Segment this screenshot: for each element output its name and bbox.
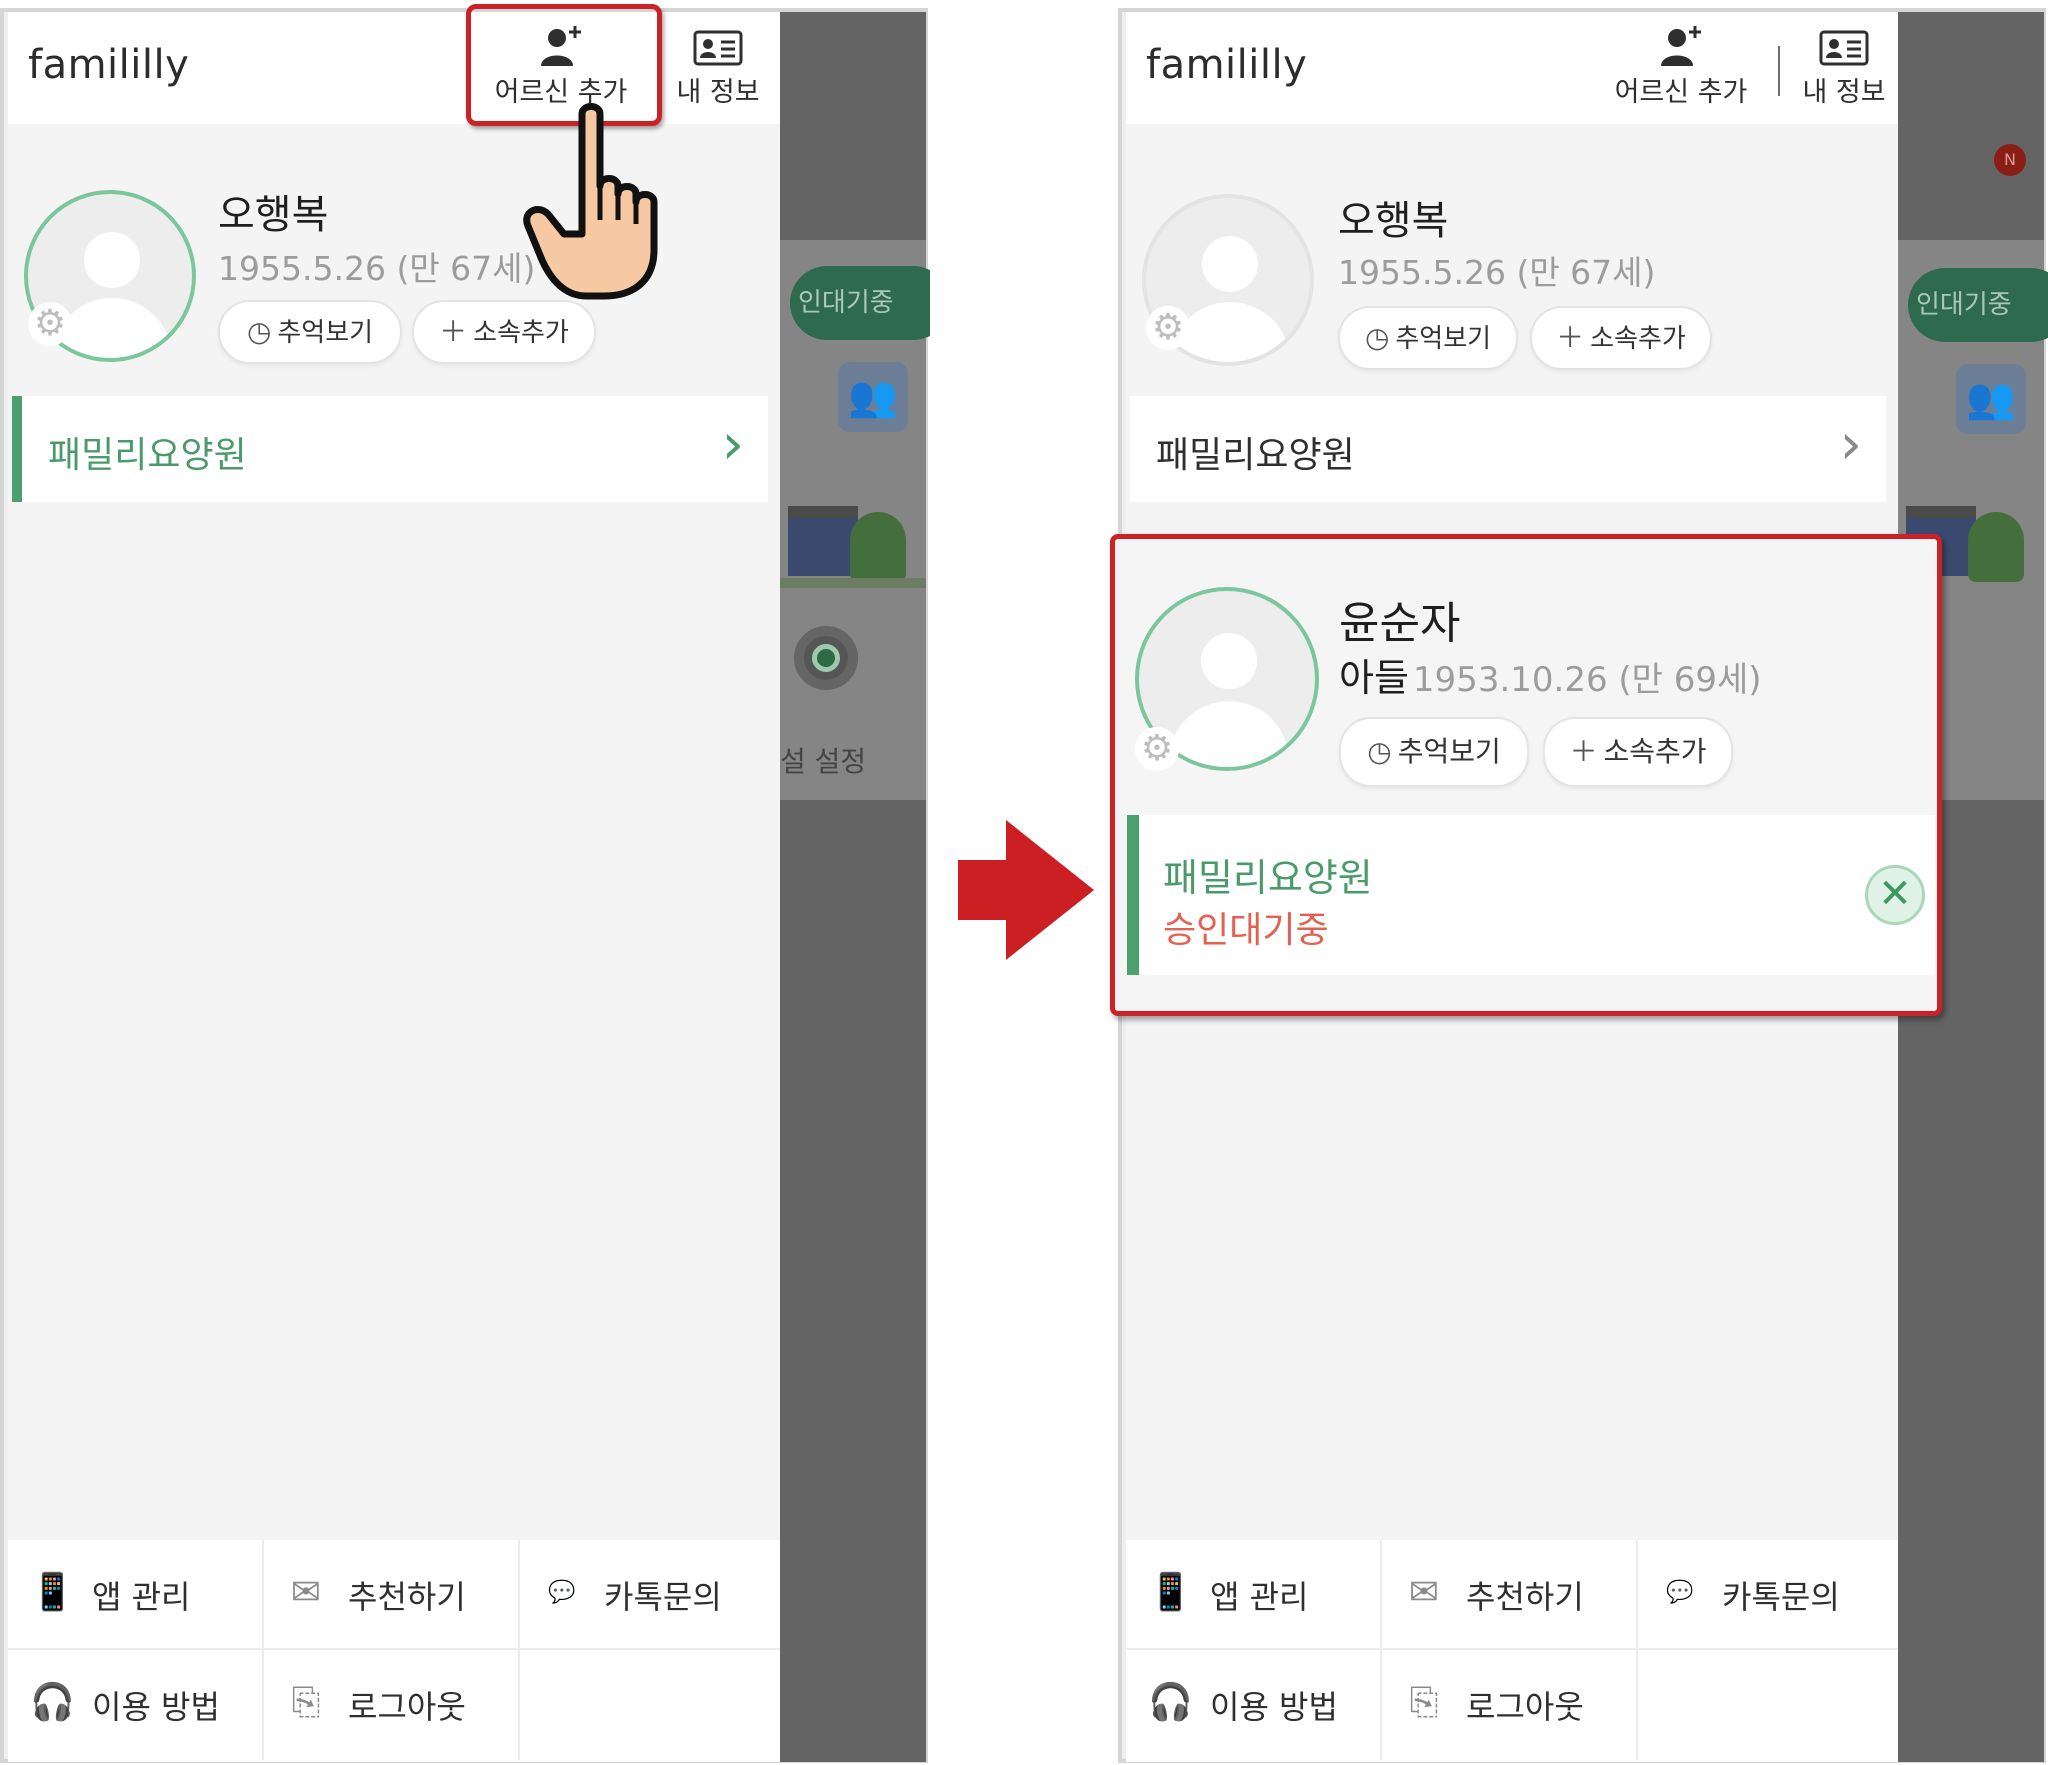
app-title: famililly: [28, 42, 190, 88]
memories-button[interactable]: ◷ 추억보기: [1339, 717, 1529, 787]
screenshot-before: 인대기중 👥 설 설정 famililly 어르신 추가 내 정보 ⚙ 오행복 …: [0, 0, 930, 1765]
pending-chip: 인대기중: [790, 266, 930, 340]
menu-how-to-use[interactable]: 🎧 이용 방법: [8, 1650, 264, 1760]
people-icon: 👥: [838, 362, 908, 432]
menu-how-to-use[interactable]: 🎧 이용 방법: [1126, 1650, 1382, 1760]
menu-app-manage[interactable]: 📱 앱 관리: [8, 1540, 264, 1650]
plus-icon: ＋: [1556, 321, 1585, 354]
bottom-menu: 📱 앱 관리 ✉ 추천하기 💬 카톡문의 🎧 이용 방법 ⎘ 로그아웃: [1126, 1540, 1898, 1762]
new-elder-birth-line: 아들 1953.10.26 (만 69세): [1339, 647, 1762, 702]
phone-icon: 📱: [1148, 1572, 1193, 1613]
menu-app-manage[interactable]: 📱 앱 관리: [1126, 1540, 1382, 1650]
my-info-label: 내 정보: [676, 77, 760, 108]
gear-icon: [794, 626, 858, 690]
facility-name: 패밀리요양원: [1163, 856, 1373, 900]
drawer-header: famililly 어르신 추가 내 정보: [1126, 12, 1898, 124]
mail-heart-icon: ✉: [290, 1572, 322, 1613]
my-info-button[interactable]: 내 정보: [668, 22, 768, 109]
add-elder-label: 어르신 추가: [1614, 77, 1748, 108]
menu-recommend[interactable]: ✉ 추천하기: [264, 1540, 520, 1650]
tree-icon: [850, 512, 906, 582]
notification-badge: N: [1994, 144, 2026, 176]
headset-icon: 🎧: [30, 1682, 75, 1723]
menu-logout[interactable]: ⎘ 로그아웃: [264, 1650, 520, 1760]
menu-kakao-inquiry[interactable]: 💬 카톡문의: [1638, 1540, 1898, 1650]
phone-icon: 📱: [30, 1572, 75, 1613]
clock-icon: ◷: [1367, 735, 1392, 768]
facility-name: 패밀리요양원: [48, 435, 247, 476]
facility-name: 패밀리요양원: [1156, 435, 1355, 476]
elder-name: 오행복: [218, 192, 329, 238]
id-card-icon: [668, 22, 768, 70]
memories-button[interactable]: ◷ 추억보기: [1338, 306, 1518, 370]
headset-icon: 🎧: [1148, 1682, 1193, 1723]
my-info-button[interactable]: 내 정보: [1794, 22, 1894, 109]
facility-item[interactable]: 패밀리요양원 ›: [1130, 396, 1886, 502]
memories-button[interactable]: ◷ 추억보기: [218, 300, 402, 364]
new-elder-name: 윤순자: [1339, 598, 1461, 649]
new-elder-birth: 1953.10.26 (만 69세): [1412, 660, 1762, 700]
settings-gear-icon[interactable]: ⚙: [1135, 727, 1179, 771]
settings-gear-icon[interactable]: ⚙: [28, 302, 72, 346]
pointing-hand-icon: [523, 103, 658, 300]
add-affiliation-button[interactable]: ＋ 소속추가: [412, 300, 596, 364]
menu-empty: [520, 1650, 780, 1760]
menu-empty: [1638, 1650, 1898, 1760]
add-affiliation-button[interactable]: ＋ 소속추가: [1543, 717, 1733, 787]
new-elder-relation: 아들: [1339, 656, 1409, 700]
menu-kakao-inquiry[interactable]: 💬 카톡문의: [520, 1540, 780, 1650]
logout-icon: ⎘: [1409, 1682, 1439, 1723]
close-icon[interactable]: ✕: [1865, 865, 1925, 925]
chevron-right-icon: ›: [721, 412, 744, 477]
pending-facility-item[interactable]: 패밀리요양원 승인대기중 ✕: [1127, 815, 1935, 975]
logout-icon: ⎘: [291, 1682, 321, 1723]
app-title: famililly: [1146, 42, 1308, 88]
menu-recommend[interactable]: ✉ 추천하기: [1382, 1540, 1638, 1650]
talk-icon: 💬: [1666, 1580, 1694, 1605]
bottom-menu: 📱 앱 관리 ✉ 추천하기 💬 카톡문의 🎧 이용 방법 ⎘ 로그아웃: [8, 1540, 780, 1762]
my-info-label: 내 정보: [1802, 77, 1886, 108]
new-elder-card: ⚙ 윤순자 아들 1953.10.26 (만 69세) ◷ 추억보기 ＋ 소속추가 패…: [1110, 534, 1942, 1016]
add-person-icon: [1606, 22, 1756, 70]
plus-icon: ＋: [1569, 735, 1598, 768]
pending-chip: 인대기중: [1908, 268, 2048, 342]
facility-item[interactable]: 패밀리요양원 ›: [12, 396, 768, 502]
header-divider: [1778, 46, 1780, 96]
plus-icon: ＋: [439, 315, 468, 348]
elder-name: 오행복: [1338, 198, 1449, 244]
id-card-icon: [1794, 22, 1894, 70]
clock-icon: ◷: [1364, 321, 1390, 354]
transition-arrow-icon: [958, 820, 1094, 960]
elder-birth: 1955.5.26 (만 67세): [218, 249, 536, 288]
mail-heart-icon: ✉: [1408, 1572, 1440, 1613]
building-icon: [788, 506, 858, 576]
dimmed-background: 인대기중 👥 설 설정: [780, 12, 930, 1762]
menu-logout[interactable]: ⎘ 로그아웃: [1382, 1650, 1638, 1760]
elder-birth: 1955.5.26 (만 67세): [1338, 253, 1656, 292]
add-elder-button[interactable]: 어르신 추가: [1606, 22, 1756, 109]
people-icon: 👥: [1956, 364, 2026, 434]
approval-status: 승인대기중: [1163, 910, 1329, 951]
settings-gear-icon[interactable]: ⚙: [1146, 306, 1190, 350]
talk-icon: 💬: [548, 1580, 576, 1605]
clock-icon: ◷: [246, 315, 272, 348]
add-affiliation-button[interactable]: ＋ 소속추가: [1530, 306, 1712, 370]
chevron-right-icon: ›: [1839, 412, 1862, 477]
setting-label: 설 설정: [780, 745, 867, 778]
tree-icon: [1968, 512, 2024, 582]
